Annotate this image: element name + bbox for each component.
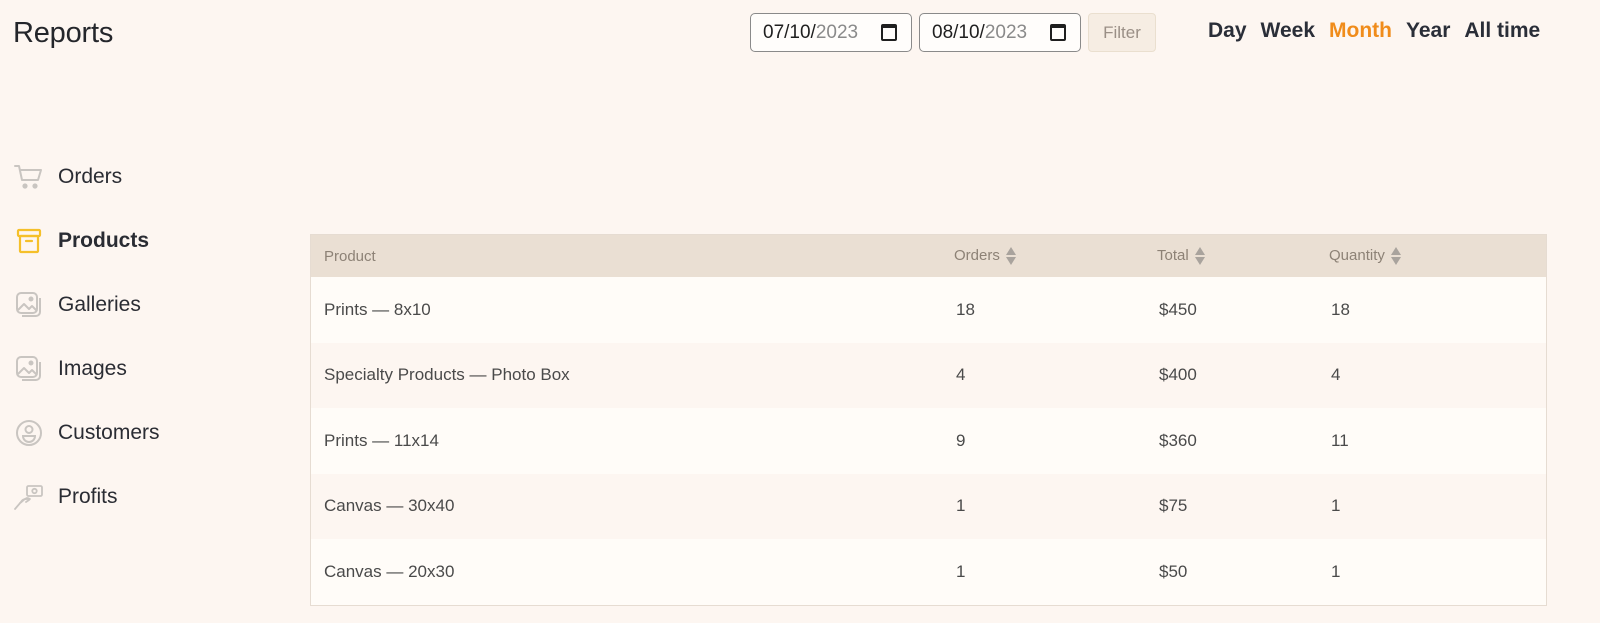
cell-orders: 1 [956, 561, 966, 581]
sidebar-item-profits[interactable]: Profits [0, 465, 250, 529]
column-header-orders[interactable]: Orders [941, 235, 1144, 277]
column-label: Total [1157, 246, 1189, 264]
period-tab-year[interactable]: Year [1406, 19, 1450, 43]
table-row: Canvas — 20x30 1 $50 1 [311, 539, 1546, 605]
cell-product: Specialty Products — Photo Box [324, 365, 570, 385]
cell-product: Prints — 11x14 [324, 430, 439, 450]
sidebar-item-label: Products [58, 229, 150, 252]
products-report-table: Product Orders Total Quantity Prints — 8… [310, 234, 1547, 606]
period-tab-all-time[interactable]: All time [1464, 19, 1540, 43]
cell-orders: 4 [956, 365, 966, 385]
column-header-total[interactable]: Total [1144, 235, 1316, 277]
sort-icon[interactable] [1194, 246, 1205, 266]
filter-button[interactable]: Filter [1088, 13, 1156, 52]
cart-icon [14, 162, 44, 192]
table-row: Specialty Products — Photo Box 4 $400 4 [311, 342, 1546, 408]
sidebar-item-label: Customers [58, 421, 160, 444]
period-tab-month[interactable]: Month [1329, 19, 1392, 43]
column-header-product: Product [311, 235, 941, 277]
date-to-month-day: 08/10/ [932, 21, 985, 43]
cell-quantity: 18 [1331, 299, 1350, 319]
gallery-icon [14, 290, 44, 320]
cell-product: Prints — 8x10 [324, 299, 431, 319]
cell-total: $400 [1159, 365, 1197, 385]
sidebar-item-label: Orders [58, 165, 123, 188]
period-tab-week[interactable]: Week [1261, 19, 1315, 43]
sidebar-item-label: Profits [58, 485, 118, 508]
cell-orders: 9 [956, 430, 966, 450]
cell-orders: 1 [956, 496, 966, 516]
image-icon [14, 354, 44, 384]
box-icon [14, 226, 44, 256]
date-from-input[interactable]: 07/10/2023 [750, 13, 912, 52]
date-to-input[interactable]: 08/10/2023 [919, 13, 1081, 52]
period-tabs: Day Week Month Year All time [1208, 19, 1554, 43]
column-header-quantity[interactable]: Quantity [1316, 235, 1546, 277]
sidebar-nav: Orders Products Galleries Images Custome… [0, 145, 250, 529]
cell-quantity: 11 [1331, 430, 1349, 450]
cell-product: Canvas — 30x40 [324, 496, 455, 516]
date-from-month-day: 07/10/ [763, 21, 816, 43]
cell-quantity: 4 [1331, 365, 1341, 385]
table-row: Prints — 8x10 18 $450 18 [311, 277, 1546, 343]
sidebar-item-label: Galleries [58, 293, 141, 316]
date-to-year: 2023 [984, 21, 1028, 43]
page-title: Reports [13, 17, 114, 49]
cell-product: Canvas — 20x30 [324, 561, 455, 581]
sort-icon[interactable] [1390, 246, 1401, 266]
calendar-icon[interactable] [881, 24, 897, 41]
column-label: Orders [954, 246, 1000, 264]
table-header-row: Product Orders Total Quantity [311, 235, 1546, 277]
sort-icon[interactable] [1005, 246, 1016, 266]
user-circle-icon [14, 418, 44, 448]
table-row: Prints — 11x14 9 $360 11 [311, 408, 1546, 474]
cell-total: $360 [1159, 430, 1197, 450]
table-row: Canvas — 30x40 1 $75 1 [311, 473, 1546, 539]
cell-quantity: 1 [1331, 496, 1341, 516]
cell-total: $50 [1159, 561, 1188, 581]
calendar-icon[interactable] [1050, 24, 1066, 41]
date-from-year: 2023 [815, 21, 859, 43]
sidebar-item-images[interactable]: Images [0, 337, 250, 401]
cell-orders: 18 [956, 299, 975, 319]
hand-money-icon [14, 482, 44, 512]
column-label: Quantity [1329, 246, 1385, 264]
sidebar-item-galleries[interactable]: Galleries [0, 273, 250, 337]
sidebar-item-orders[interactable]: Orders [0, 145, 250, 209]
sidebar-item-customers[interactable]: Customers [0, 401, 250, 465]
sidebar-item-products[interactable]: Products [0, 209, 250, 273]
cell-total: $450 [1159, 299, 1197, 319]
cell-quantity: 1 [1331, 561, 1341, 581]
column-label: Product [324, 247, 376, 265]
sidebar-item-label: Images [58, 357, 127, 380]
period-tab-day[interactable]: Day [1208, 19, 1247, 43]
cell-total: $75 [1159, 496, 1188, 516]
